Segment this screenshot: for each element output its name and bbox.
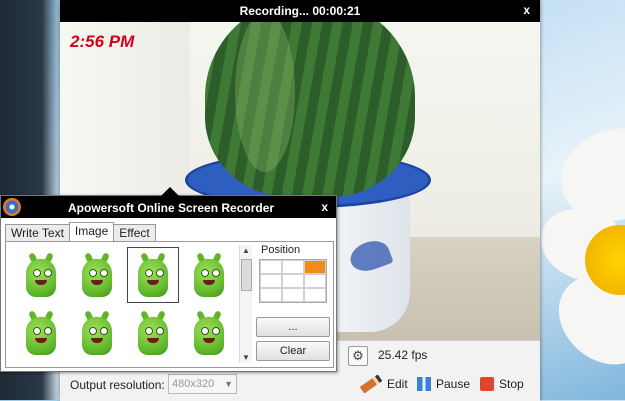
edit-label: Edit (387, 377, 408, 391)
position-cell-top-right[interactable] (304, 260, 326, 274)
panel-tabs: Write Text Image Effect (5, 222, 156, 242)
stop-button[interactable]: Stop (480, 374, 524, 394)
image-tab-content: ▲ ▼ Position ... Clear (5, 241, 334, 368)
panel-title: Apowersoft Online Screen Recorder (68, 201, 275, 215)
pot-decoration (346, 236, 394, 276)
scroll-down-icon[interactable]: ▼ (242, 353, 250, 362)
tab-write-text[interactable]: Write Text (5, 224, 70, 241)
timestamp-overlay: 2:56 PM (70, 32, 135, 51)
sticker-item-selected[interactable] (127, 247, 179, 303)
output-resolution-select[interactable]: 480x320 ▼ (168, 374, 237, 394)
position-cell-middle-center[interactable] (282, 274, 304, 288)
position-label: Position (261, 244, 301, 256)
position-cell-bottom-right[interactable] (304, 288, 326, 302)
chevron-down-icon: ▼ (224, 379, 233, 389)
tab-image[interactable]: Image (68, 222, 115, 241)
position-cell-top-left[interactable] (260, 260, 282, 274)
pause-label: Pause (436, 377, 471, 391)
sticker-item[interactable] (185, 307, 233, 359)
tab-effect[interactable]: Effect (113, 224, 156, 241)
stop-icon (480, 377, 494, 391)
fps-readout: 25.42 fps (378, 348, 428, 362)
stop-label: Stop (499, 377, 524, 391)
close-panel-button[interactable]: x (321, 200, 328, 214)
recording-status: Recording... 00:00:21 (239, 4, 361, 18)
sticker-item[interactable] (73, 307, 121, 359)
image-overlay-panel: Apowersoft Online Screen Recorder x Writ… (0, 187, 337, 372)
browse-image-button[interactable]: ... (256, 317, 330, 337)
position-cell-bottom-left[interactable] (260, 288, 282, 302)
scrollbar-thumb[interactable] (241, 259, 252, 291)
app-logo-icon (3, 198, 21, 216)
sticker-item[interactable] (73, 249, 121, 301)
image-grid (11, 245, 236, 363)
pause-button[interactable]: Pause (417, 374, 470, 394)
settings-gear-icon[interactable]: ⚙ (348, 346, 368, 366)
pencil-icon (359, 374, 383, 394)
position-cell-top-center[interactable] (282, 260, 304, 274)
sticker-item[interactable] (129, 307, 177, 359)
output-resolution-value: 480x320 (172, 378, 215, 390)
position-cell-middle-left[interactable] (260, 274, 282, 288)
position-cell-middle-right[interactable] (304, 274, 326, 288)
sticker-item[interactable] (17, 249, 65, 301)
sticker-item[interactable] (185, 249, 233, 301)
output-resolution-label: Output resolution: (70, 378, 165, 392)
close-recording-button[interactable]: x (523, 3, 530, 17)
position-grid (259, 259, 327, 303)
sticker-item[interactable] (17, 307, 65, 359)
recording-titlebar: Recording... 00:00:21 x (60, 0, 540, 22)
panel-pointer (161, 187, 179, 196)
edit-button[interactable]: Edit (359, 374, 408, 394)
clear-button[interactable]: Clear (256, 341, 330, 361)
position-cell-bottom-center[interactable] (282, 288, 304, 302)
scroll-up-icon[interactable]: ▲ (242, 246, 250, 255)
panel-titlebar: Apowersoft Online Screen Recorder x (1, 196, 336, 218)
pause-icon (417, 377, 431, 391)
image-grid-scrollbar[interactable]: ▲ ▼ (239, 245, 252, 363)
